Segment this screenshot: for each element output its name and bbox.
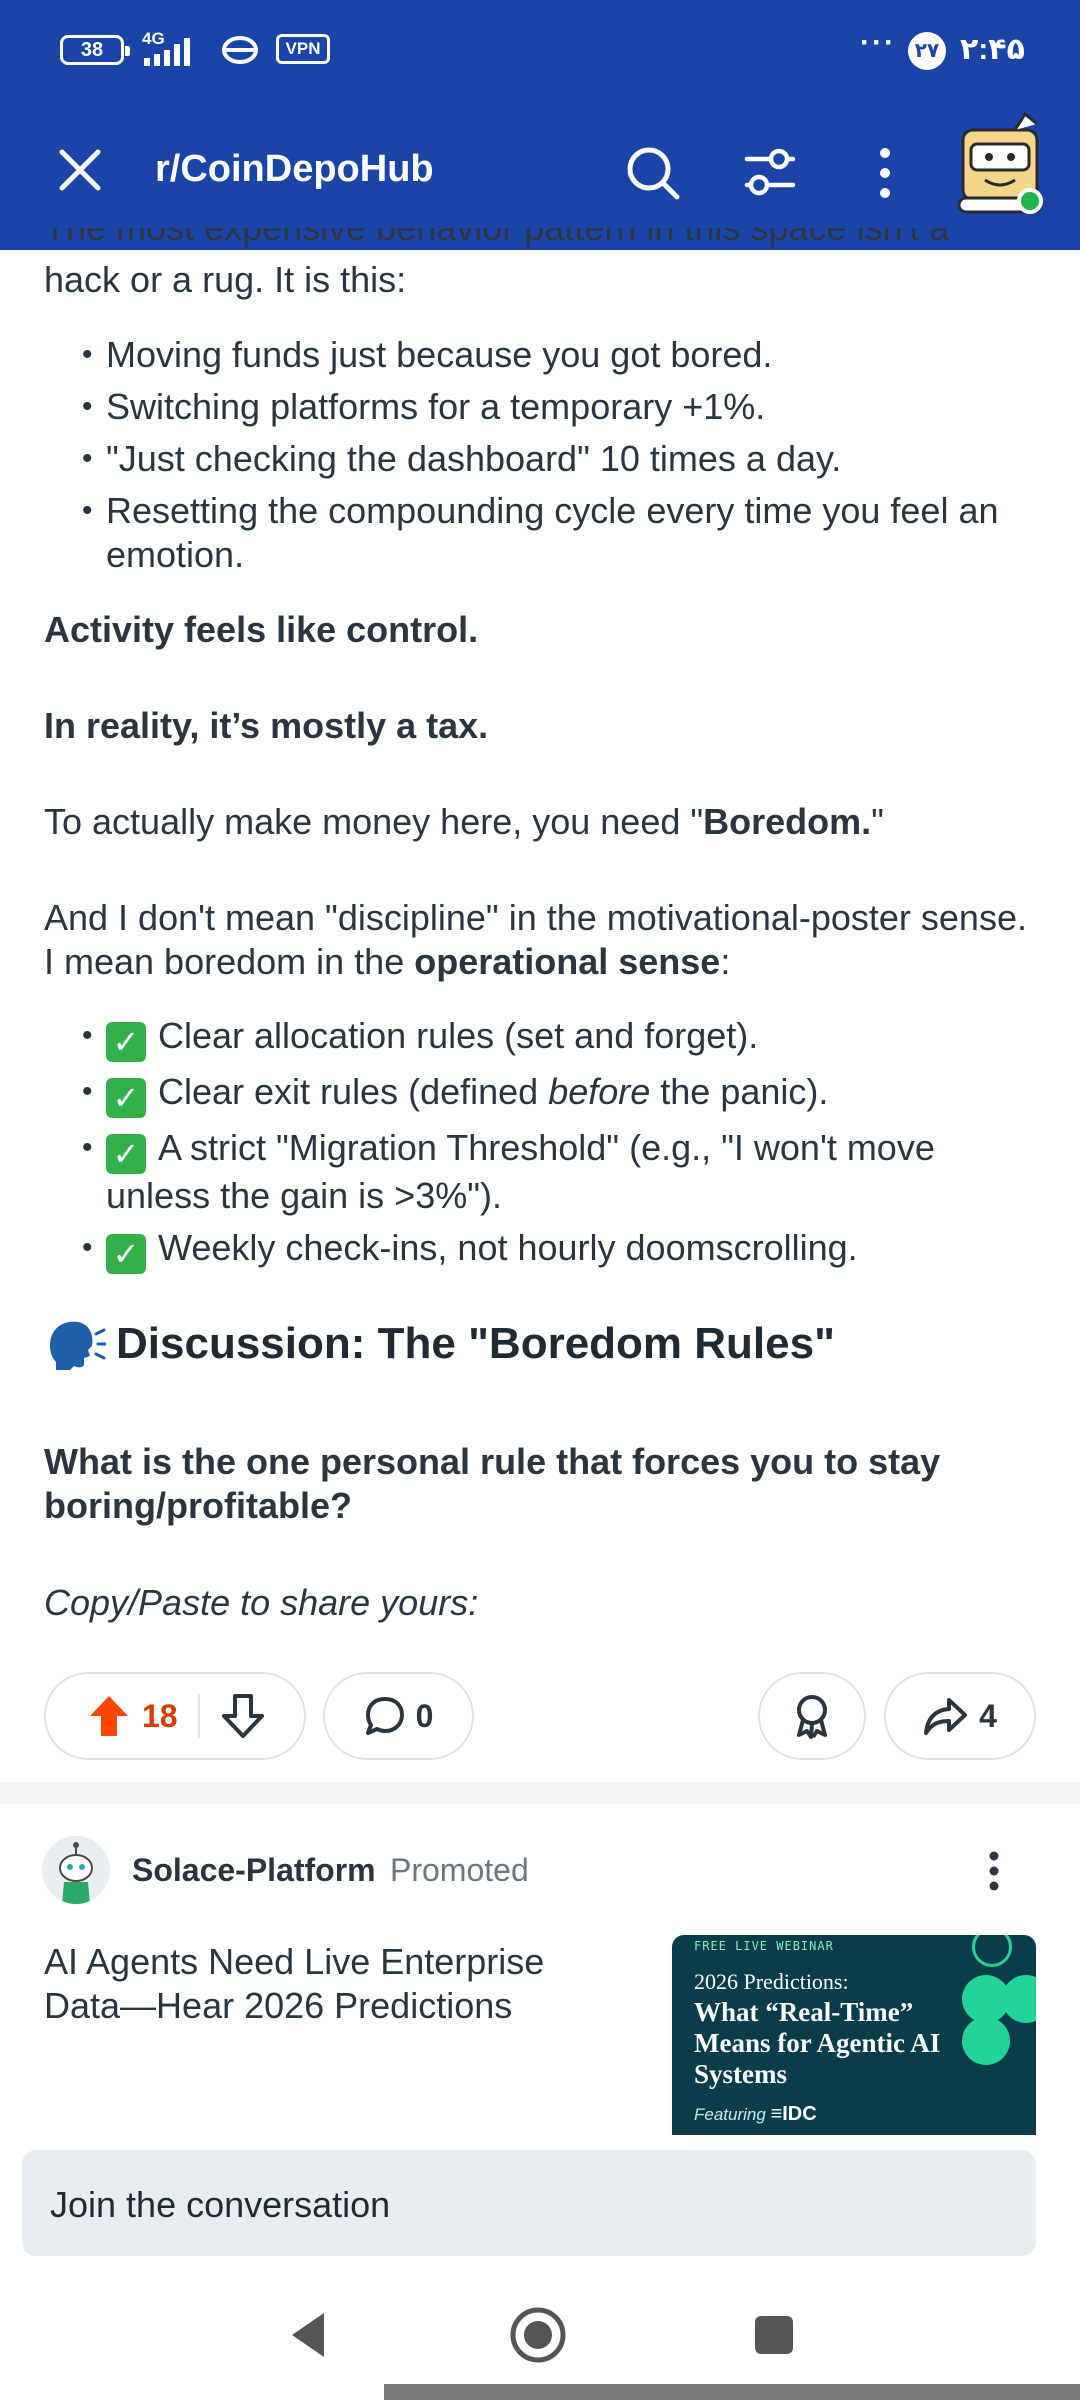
- home-circle-icon: [510, 2307, 566, 2363]
- join-placeholder: Join the conversation: [50, 2184, 391, 2225]
- share-button[interactable]: 4: [884, 1672, 1036, 1760]
- hotspot-icon: [220, 32, 260, 68]
- share-arrow-icon: [924, 1698, 968, 1735]
- habit-list: Moving funds just because you got bored.…: [44, 333, 1044, 585]
- divider: [198, 1694, 200, 1738]
- subreddit-title[interactable]: r/CoinDepoHub: [155, 148, 434, 191]
- search-button[interactable]: [610, 130, 696, 216]
- comments-button[interactable]: 0: [323, 1672, 474, 1760]
- statement-tax: In reality, it’s mostly a tax.: [44, 705, 489, 746]
- decor-circle: [962, 2017, 1010, 2065]
- share-count: 4: [979, 1697, 997, 1734]
- copy-prompt: Copy/Paste to share yours:: [44, 1582, 479, 1623]
- search-icon: [627, 147, 680, 200]
- vote-control: 18: [44, 1672, 306, 1760]
- card-featuring: Featuring ≡IDC: [694, 2103, 817, 2125]
- home-button[interactable]: [498, 2300, 578, 2370]
- gesture-bar: [384, 2384, 1080, 2400]
- upvote-arrow-icon: [90, 1696, 128, 1736]
- decor-circle: [1002, 1975, 1036, 2023]
- list-item: Switching platforms for a temporary +1%.: [44, 385, 1044, 429]
- speaking-head-icon: [50, 1321, 106, 1370]
- post-intro: hack or a rug. It is this:: [44, 259, 407, 300]
- comment-count: 0: [415, 1697, 434, 1734]
- check-icon: ✓: [106, 1134, 146, 1174]
- award-icon: [797, 1695, 827, 1739]
- idc-logo: ≡IDC: [770, 2103, 817, 2125]
- downvote-button[interactable]: [208, 1674, 278, 1758]
- promoted-headline[interactable]: AI Agents Need Live Enterprise Data—Hear…: [44, 1940, 624, 2028]
- statement-control: Activity feels like control.: [44, 609, 479, 650]
- card-kicker: FREE LIVE WEBINAR: [694, 1939, 834, 1953]
- promoted-label: Promoted: [390, 1852, 529, 1888]
- card-subtitle: 2026 Predictions:: [694, 1969, 849, 1994]
- more-options-button[interactable]: [845, 130, 925, 216]
- notification-badge: ۲۷: [908, 32, 946, 70]
- back-button[interactable]: [268, 2300, 348, 2370]
- promoted-avatar[interactable]: [42, 1836, 110, 1904]
- list-item: ✓Clear exit rules (defined before the pa…: [44, 1070, 1044, 1118]
- recents-button[interactable]: [734, 2300, 814, 2370]
- decor-circle: [972, 1935, 1012, 1967]
- promoted-more-button[interactable]: [966, 1838, 1022, 1904]
- recents-square-icon: [755, 2316, 793, 2354]
- more-vertical-icon: [989, 1851, 999, 1891]
- close-icon: [59, 149, 101, 191]
- boredom-word: Boredom.: [703, 801, 872, 842]
- notification-dots: ···: [860, 26, 896, 59]
- list-item: "Just checking the dashboard" 10 times a…: [44, 437, 1044, 481]
- filter-icon: [744, 148, 796, 196]
- downvote-arrow-icon: [222, 1694, 264, 1738]
- filter-button[interactable]: [727, 130, 813, 216]
- comment-bubble-icon: [365, 1697, 404, 1735]
- promoted-author[interactable]: Solace-Platform: [132, 1852, 376, 1889]
- list-item: ✓Clear allocation rules (set and forget)…: [44, 1014, 1044, 1062]
- check-icon: ✓: [106, 1078, 146, 1118]
- discussion-heading: Discussion: The "Boredom Rules": [44, 1316, 835, 1372]
- join-conversation-input[interactable]: Join the conversation: [22, 2150, 1036, 2256]
- battery-indicator: 38: [60, 35, 130, 65]
- check-icon: ✓: [106, 1022, 146, 1062]
- list-item: ✓A strict "Migration Threshold" (e.g., "…: [44, 1126, 1044, 1218]
- post-separator: [0, 1782, 1080, 1804]
- list-item: Moving funds just because you got bored.: [44, 333, 1044, 377]
- list-item: ✓Weekly check-ins, not hourly doomscroll…: [44, 1226, 1044, 1274]
- operational-sense: operational sense: [414, 941, 721, 982]
- clock: ۲:۴۵: [960, 33, 1025, 66]
- vpn-badge: VPN: [276, 34, 330, 64]
- close-button[interactable]: [40, 130, 120, 210]
- user-avatar[interactable]: [955, 110, 1047, 222]
- boredom-sentence: To actually make money here, you need "B…: [44, 801, 884, 842]
- award-button[interactable]: [758, 1672, 866, 1760]
- upvote-button[interactable]: [46, 1674, 136, 1758]
- vote-count: 18: [142, 1697, 178, 1734]
- discussion-question: What is the one personal rule that force…: [44, 1441, 941, 1526]
- back-triangle-icon: [292, 2313, 324, 2357]
- online-status-dot: [1017, 188, 1043, 214]
- rules-list: ✓Clear allocation rules (set and forget)…: [44, 1014, 1044, 1282]
- check-icon: ✓: [106, 1234, 146, 1274]
- more-vertical-icon: [880, 148, 890, 198]
- status-bar: 38 4G VPN ··· ۲۷ ۲:۴۵: [0, 0, 1080, 100]
- app-bar: r/CoinDepoHub: [0, 100, 1080, 250]
- meaning-paragraph: And I don't mean "discipline" in the mot…: [44, 897, 1027, 982]
- list-item: Resetting the compounding cycle every ti…: [44, 489, 1044, 577]
- signal-icon: [142, 38, 206, 66]
- system-navigation-bar: [0, 2270, 1080, 2400]
- promoted-image-card[interactable]: FREE LIVE WEBINAR 2026 Predictions: What…: [672, 1935, 1036, 2135]
- card-title: What “Real-Time” Means for Agentic AI Sy…: [694, 1997, 941, 2089]
